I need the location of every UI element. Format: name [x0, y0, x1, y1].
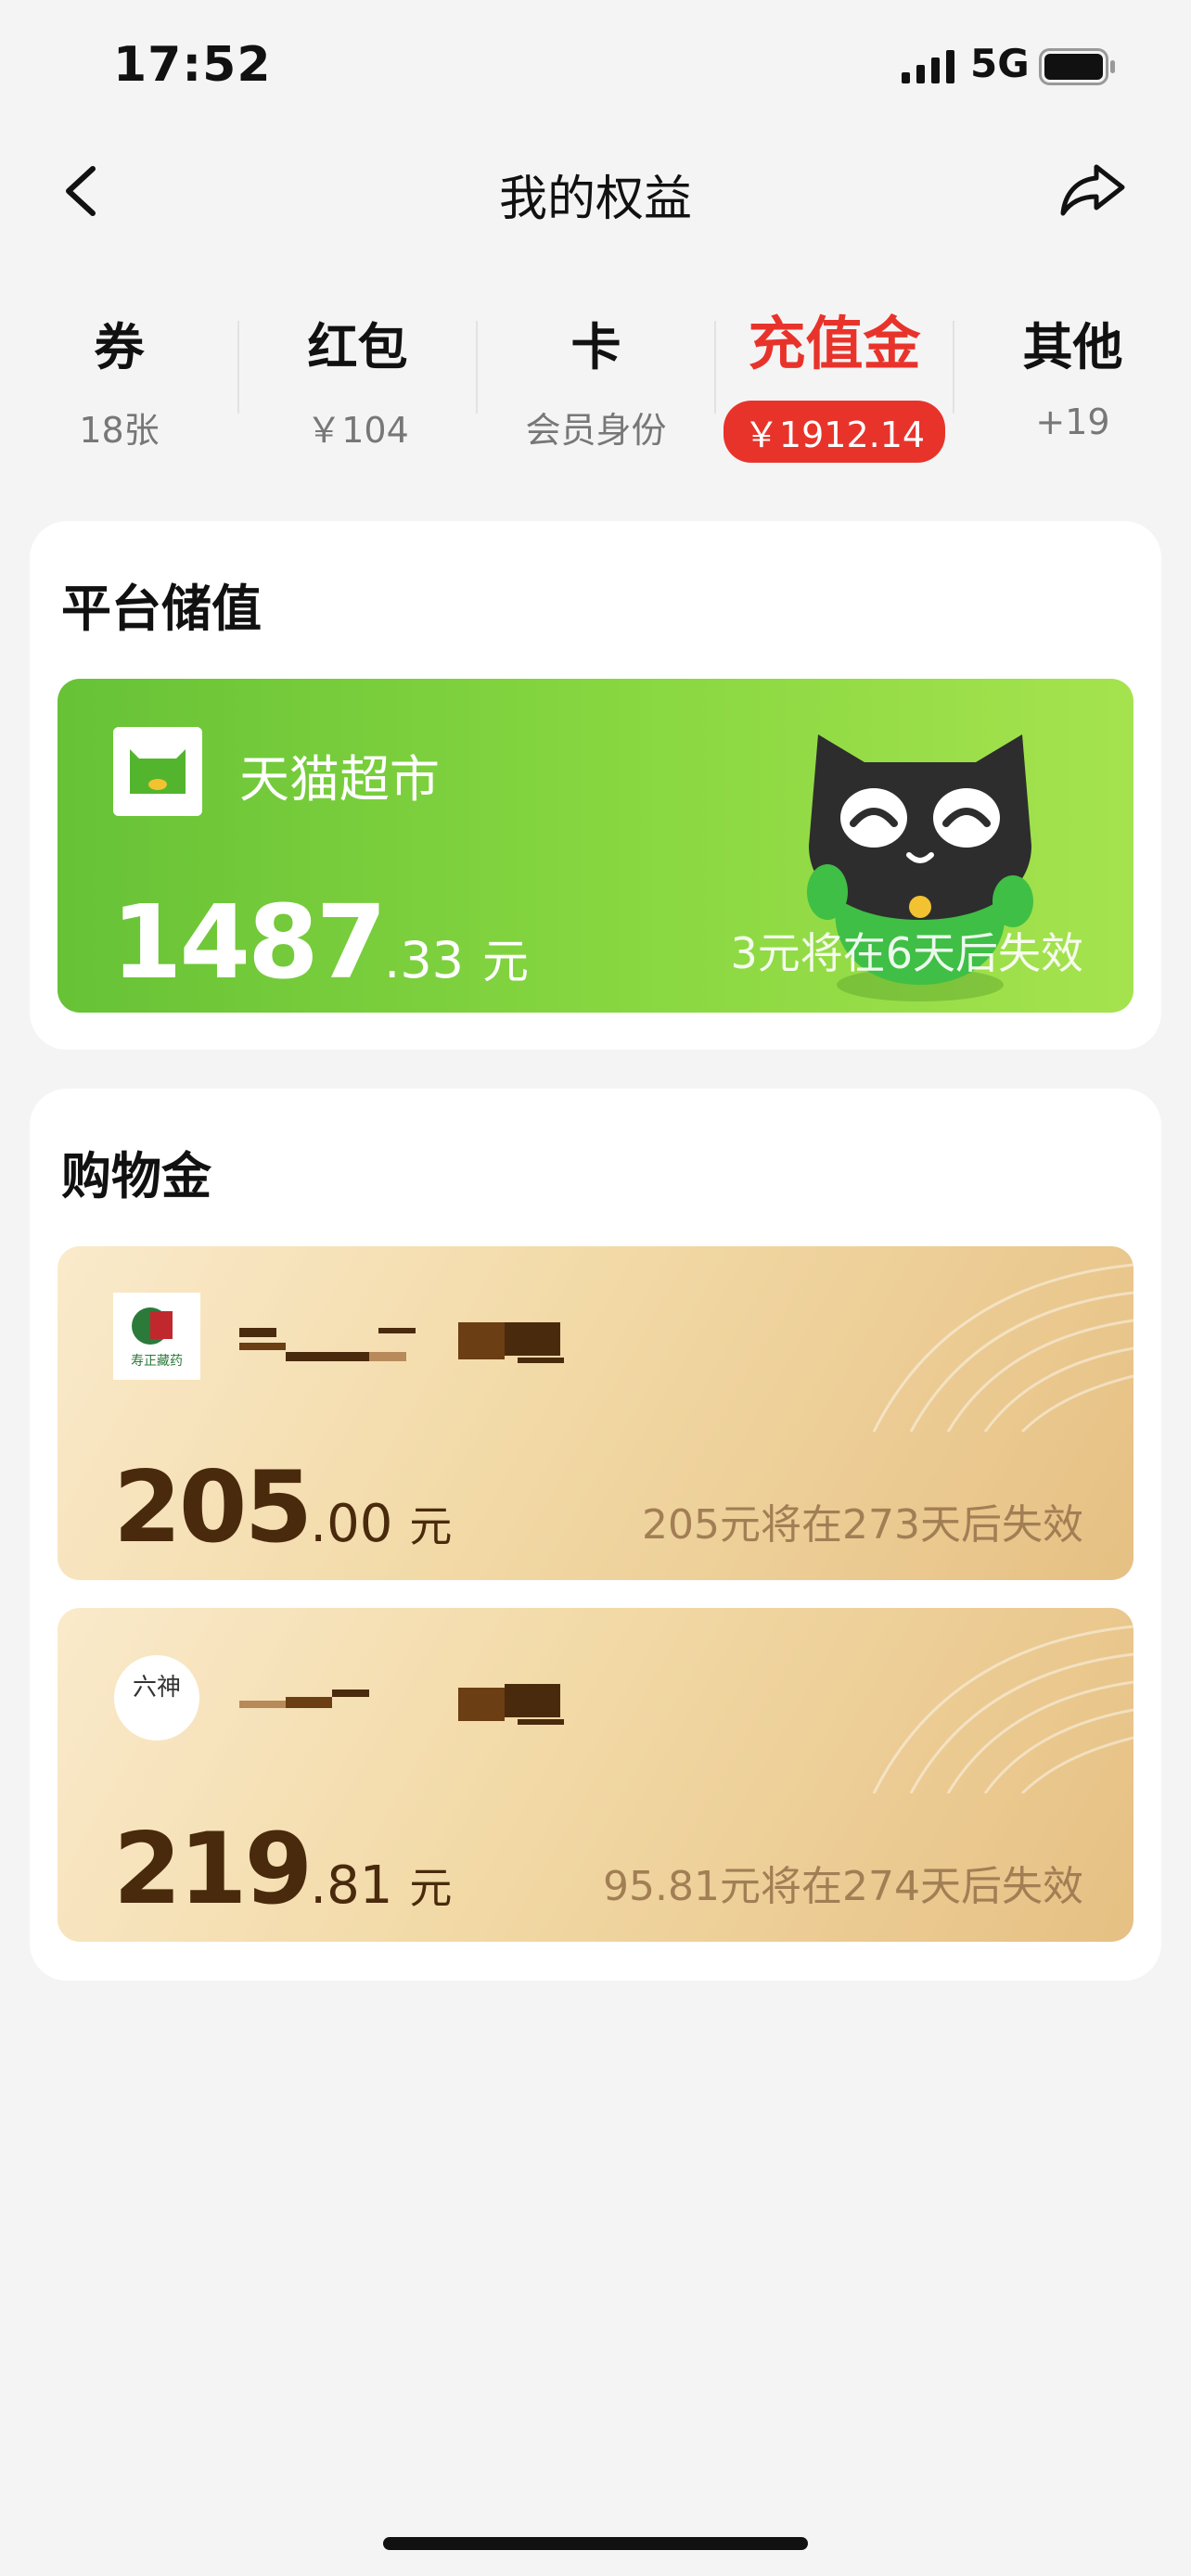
tab-count: ￥104: [306, 410, 409, 451]
home-indicator[interactable]: [383, 2537, 808, 2550]
tab-label: 充值金: [748, 310, 921, 377]
expiry-notice: 3元将在6天后失效: [730, 928, 1083, 978]
tmall-logo-icon: [113, 727, 202, 816]
credit-amount: 219.81 元: [113, 1812, 452, 1926]
amount-unit: 元: [409, 1863, 453, 1913]
amount-unit: 元: [409, 1501, 453, 1551]
amount-decimal: .00: [310, 1494, 393, 1554]
credit-amount: 205.00 元: [113, 1450, 452, 1564]
store-name: 天猫超市: [239, 750, 440, 809]
battery-icon: [1039, 48, 1115, 85]
status-bar: 17:52 5G: [0, 0, 1191, 139]
card-decoration: [872, 1625, 1133, 1793]
tab-cards[interactable]: 卡 会员身份: [477, 297, 715, 451]
shopping-credit-section: 购物金 寿正藏药 205.00 元 205元将在273天后失效 六神 219.8…: [30, 1089, 1161, 1981]
amount-unit: 元: [482, 935, 530, 988]
tab-coupons[interactable]: 券 18张: [0, 297, 238, 451]
store-name-redacted: [239, 1322, 564, 1363]
store-logo-text: 六神: [133, 1674, 181, 1702]
store-name-redacted: [239, 1684, 564, 1725]
amount-decimal: .33: [384, 931, 465, 989]
tab-red-packets[interactable]: 红包 ￥104: [238, 297, 477, 451]
card-decoration: [872, 1263, 1133, 1432]
section-title: 平台储值: [61, 580, 262, 638]
tab-label: 券: [94, 318, 145, 376]
store-logo-icon: 寿正藏药: [113, 1293, 200, 1380]
network-label: 5G: [970, 41, 1030, 86]
tab-balance-badge: ￥1912.14: [723, 401, 946, 463]
amount-decimal: .81: [310, 1855, 393, 1916]
store-logo-text: 寿正藏药: [131, 1353, 183, 1369]
tab-count: 18张: [79, 410, 160, 451]
tab-label: 卡: [570, 318, 621, 376]
tab-recharge[interactable]: 充值金 ￥1912.14: [715, 297, 954, 463]
page-title: 我的权益: [498, 172, 692, 227]
share-icon[interactable]: [1059, 161, 1126, 219]
benefit-tabs: 券 18张 红包 ￥104 卡 会员身份 充值金 ￥1912.14 其他 +19: [0, 297, 1191, 463]
expiry-notice: 95.81元将在274天后失效: [603, 1863, 1083, 1910]
nav-bar: 我的权益: [0, 139, 1191, 241]
tab-label: 其他: [1022, 318, 1123, 376]
store-logo-icon: 六神: [114, 1655, 199, 1741]
amount-integer: 219: [113, 1812, 313, 1926]
shopping-credit-card[interactable]: 六神 219.81 元 95.81元将在274天后失效: [58, 1608, 1133, 1942]
amount-integer: 1487: [111, 883, 387, 1001]
tab-others[interactable]: 其他 +19: [954, 297, 1191, 445]
platform-stored-value-section: 平台储值 天猫超市 1487.33 元 3元将在6天后失效: [30, 521, 1161, 1050]
expiry-notice: 205元将在273天后失效: [642, 1501, 1083, 1549]
signal-icon: [902, 50, 954, 83]
amount-integer: 205: [113, 1450, 313, 1564]
section-title: 购物金: [61, 1147, 211, 1205]
status-time: 17:52: [113, 37, 272, 93]
shopping-credit-card[interactable]: 寿正藏药 205.00 元 205元将在273天后失效: [58, 1246, 1133, 1580]
tab-count: +19: [1035, 402, 1110, 442]
tab-label: 红包: [307, 318, 408, 376]
tmall-balance-card[interactable]: 天猫超市 1487.33 元 3元将在6天后失效: [58, 679, 1133, 1013]
balance-amount: 1487.33 元: [111, 883, 529, 1001]
tab-count: 会员身份: [525, 410, 667, 451]
